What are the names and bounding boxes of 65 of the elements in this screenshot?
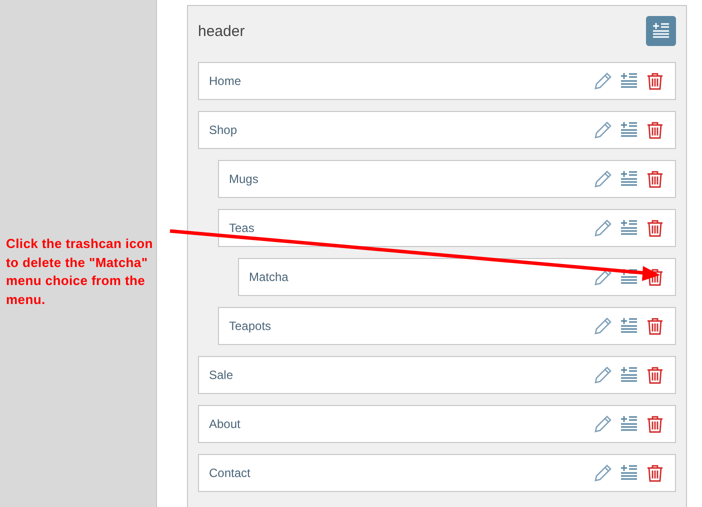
menu-item[interactable]: Matcha <box>238 258 676 296</box>
menu-item[interactable]: Contact <box>198 454 676 492</box>
annotation-text: Click the trashcan icon to delete the "Matcha" menu choice from the menu. <box>6 235 154 308</box>
list-add-icon <box>620 72 638 90</box>
menu-item-label: Matcha <box>249 270 290 284</box>
trash-icon <box>646 219 664 237</box>
list-add-icon <box>620 464 638 482</box>
pencil-icon <box>594 317 612 335</box>
edit-button[interactable] <box>593 120 613 140</box>
trash-icon <box>646 170 664 188</box>
trash-icon <box>646 121 664 139</box>
menu-item[interactable]: Teapots <box>218 307 676 345</box>
list-add-icon <box>620 415 638 433</box>
trash-icon <box>646 317 664 335</box>
pencil-icon <box>594 72 612 90</box>
menu-item[interactable]: Teas <box>218 209 676 247</box>
menu-item[interactable]: Home <box>198 62 676 100</box>
delete-button[interactable] <box>645 120 665 140</box>
pencil-icon <box>594 415 612 433</box>
pencil-icon <box>594 219 612 237</box>
list-add-icon <box>620 121 638 139</box>
edit-button[interactable] <box>593 218 613 238</box>
menu-item-label: Shop <box>209 123 238 137</box>
menu-item-label: Contact <box>209 466 252 480</box>
edit-button[interactable] <box>593 463 613 483</box>
trash-icon <box>646 72 664 90</box>
header-title: header <box>198 22 245 40</box>
trash-icon <box>646 464 664 482</box>
list-add-icon <box>620 170 638 188</box>
delete-button[interactable] <box>645 71 665 91</box>
pencil-icon <box>594 366 612 384</box>
delete-button[interactable] <box>645 169 665 189</box>
menu-item[interactable]: Mugs <box>218 160 676 198</box>
add-item-button[interactable] <box>646 16 676 46</box>
edit-button[interactable] <box>593 414 613 434</box>
list-add-icon <box>620 317 638 335</box>
menu-item-label: Teapots <box>229 319 272 333</box>
trash-icon <box>646 366 664 384</box>
edit-button[interactable] <box>593 365 613 385</box>
menu-item-label: Teas <box>229 221 256 235</box>
list-add-icon <box>652 22 670 40</box>
pencil-icon <box>594 170 612 188</box>
menu-item-label: Sale <box>209 368 234 382</box>
delete-button[interactable] <box>645 218 665 238</box>
list-add-icon <box>620 219 638 237</box>
pencil-icon <box>594 464 612 482</box>
edit-button[interactable] <box>593 71 613 91</box>
menu-item-label: About <box>209 417 242 431</box>
menu-item[interactable]: About <box>198 405 676 443</box>
delete-button[interactable] <box>645 463 665 483</box>
pencil-icon <box>594 268 612 286</box>
pencil-icon <box>594 121 612 139</box>
edit-button[interactable] <box>593 316 613 336</box>
menu-item[interactable]: Sale <box>198 356 676 394</box>
delete-button[interactable] <box>645 316 665 336</box>
delete-button[interactable] <box>645 365 665 385</box>
menu-item-label: Mugs <box>229 172 260 186</box>
trash-icon <box>646 415 664 433</box>
list-add-icon <box>620 366 638 384</box>
trash-icon <box>646 268 664 286</box>
menu-item[interactable]: Shop <box>198 111 676 149</box>
menu-item-label: Home <box>209 74 242 88</box>
edit-button[interactable] <box>593 169 613 189</box>
delete-button[interactable] <box>645 414 665 434</box>
list-add-icon <box>620 268 638 286</box>
